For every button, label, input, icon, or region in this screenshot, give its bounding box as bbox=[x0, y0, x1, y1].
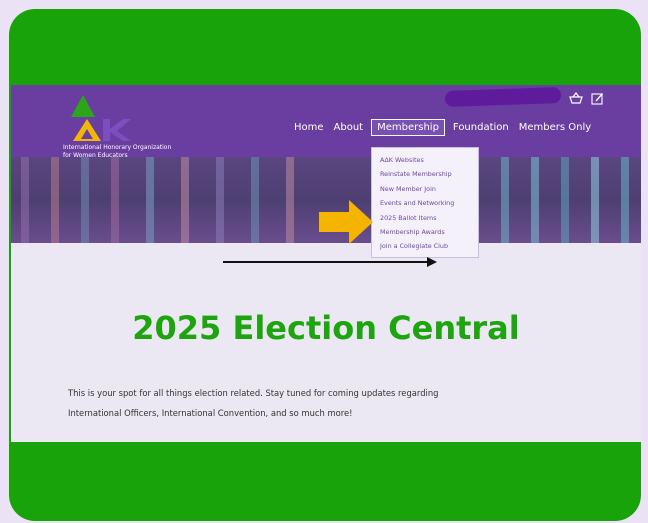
dropdown-item-websites[interactable]: AΔK Websites bbox=[372, 153, 478, 167]
dropdown-item-awards[interactable]: Membership Awards bbox=[372, 225, 478, 239]
intro-text: This is your spot for all things electio… bbox=[68, 383, 588, 423]
nav-members-only[interactable]: Members Only bbox=[514, 120, 596, 135]
yellow-arrow-icon bbox=[319, 200, 373, 244]
website-screenshot: International Honorary Organization for … bbox=[11, 85, 641, 442]
basket-icon[interactable] bbox=[569, 92, 583, 104]
nav-foundation[interactable]: Foundation bbox=[448, 120, 514, 135]
header-icons bbox=[569, 92, 604, 105]
logo-caption-line1: International Honorary Organization bbox=[63, 144, 172, 151]
black-arrow-icon bbox=[223, 257, 437, 267]
logo[interactable] bbox=[67, 91, 137, 143]
dropdown-item-reinstate[interactable]: Reinstate Membership bbox=[372, 167, 478, 181]
dropdown-item-new-member[interactable]: New Member Join bbox=[372, 182, 478, 196]
nav-home[interactable]: Home bbox=[289, 120, 329, 135]
page-title: 2025 Election Central bbox=[132, 309, 520, 347]
redaction-scribble bbox=[444, 86, 562, 108]
site-header: International Honorary Organization for … bbox=[11, 85, 641, 159]
main-nav: Home About Membership Foundation Members… bbox=[289, 119, 596, 136]
nav-membership[interactable]: Membership bbox=[371, 119, 445, 136]
membership-dropdown: AΔK Websites Reinstate Membership New Me… bbox=[371, 147, 479, 258]
dropdown-item-ballot[interactable]: 2025 Ballot Items bbox=[372, 211, 478, 225]
edit-icon[interactable] bbox=[591, 92, 604, 105]
dropdown-item-collegiate[interactable]: Join a Collegiate Club bbox=[372, 239, 478, 253]
intro-line1: This is your spot for all things electio… bbox=[68, 388, 439, 398]
nav-about[interactable]: About bbox=[329, 120, 369, 135]
dropdown-item-events[interactable]: Events and Networking bbox=[372, 196, 478, 210]
intro-line2: International Officers, International Co… bbox=[68, 408, 353, 418]
green-frame: International Honorary Organization for … bbox=[9, 9, 641, 521]
